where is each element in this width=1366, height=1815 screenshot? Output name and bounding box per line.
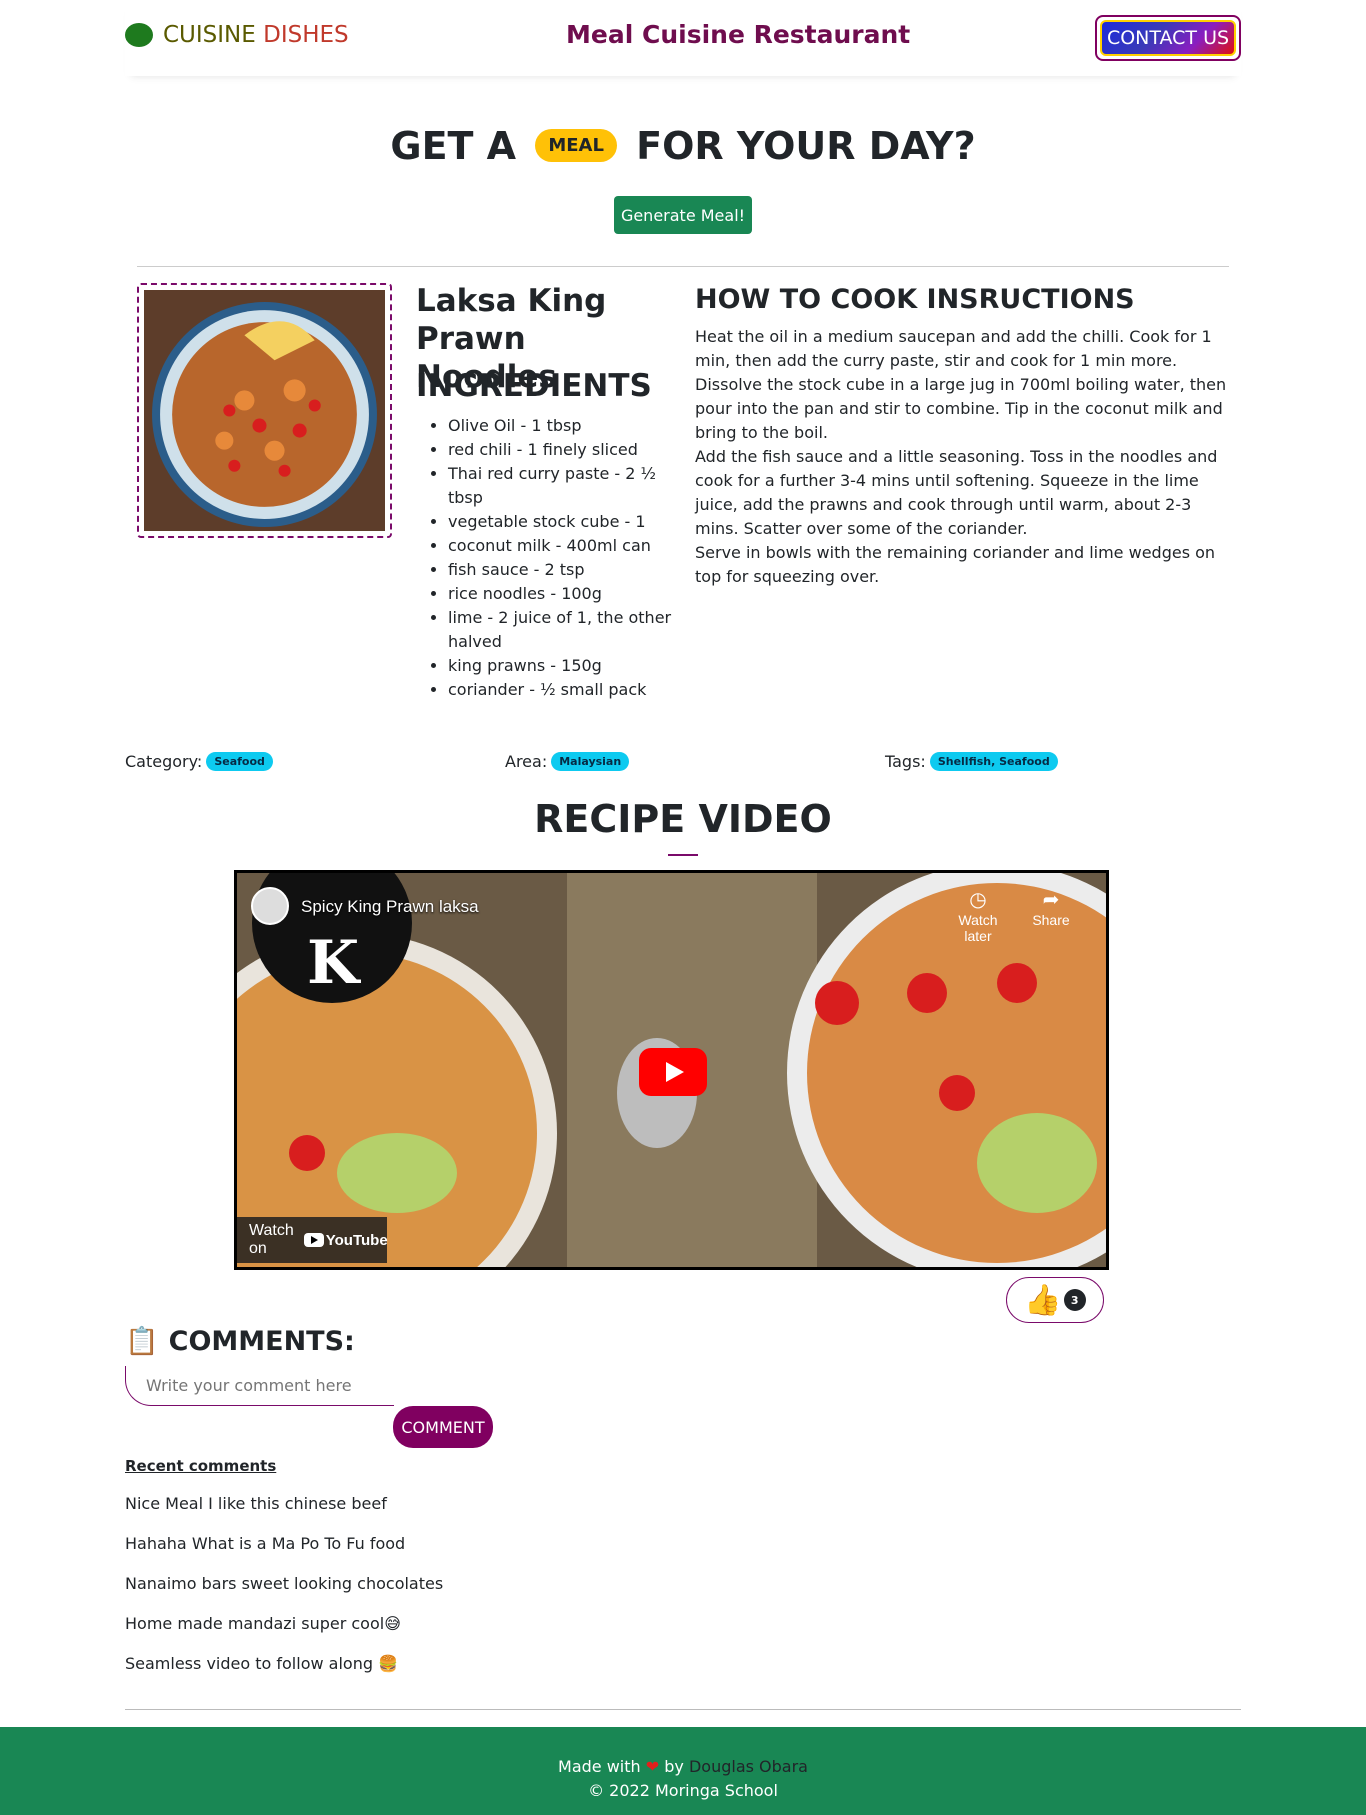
comment-item: Home made mandazi super cool😅 bbox=[125, 1614, 401, 1633]
ingredients-title: INGREDIENTS bbox=[416, 368, 652, 404]
brand-word-1: CUISINE bbox=[163, 22, 256, 48]
hero-title: GET A MEAL FOR YOUR DAY? bbox=[0, 124, 1366, 168]
site-title: Meal Cuisine Restaurant bbox=[566, 20, 911, 49]
tags-row: Tags: Shellfish, Seafood bbox=[885, 752, 1058, 771]
play-button-icon[interactable] bbox=[639, 1048, 707, 1096]
hero-title-after: FOR YOUR DAY? bbox=[636, 124, 976, 168]
comments-title: 📋 COMMENTS: bbox=[125, 1325, 355, 1358]
meal-pill: MEAL bbox=[535, 129, 617, 162]
howto-step: Serve in bowls with the remaining corian… bbox=[695, 543, 1216, 586]
ingredient-item: Thai red curry paste - 2 ½ tbsp bbox=[448, 462, 678, 510]
watch-later-label: Watch later bbox=[958, 912, 998, 944]
copyright: © 2022 Moringa School bbox=[588, 1781, 778, 1800]
divider bbox=[125, 1709, 1241, 1710]
navbar: CUISINE DISHES Meal Cuisine Restaurant C… bbox=[125, 0, 1241, 76]
video-title[interactable]: Spicy King Prawn laksa bbox=[301, 897, 479, 917]
ingredient-item: Olive Oil - 1 tbsp bbox=[448, 414, 678, 438]
ingredient-item: fish sauce - 2 tsp bbox=[448, 558, 678, 582]
category-label: Category: bbox=[125, 752, 203, 771]
recent-comments-list: Nice Meal I like this chinese beef Hahaha… bbox=[125, 1494, 443, 1694]
youtube-label: YouTube bbox=[325, 1231, 388, 1249]
ingredient-item: king prawns - 150g bbox=[448, 654, 678, 678]
channel-avatar[interactable] bbox=[251, 887, 289, 925]
hero-title-before: GET A bbox=[390, 124, 517, 168]
contact-button[interactable]: CONTACT US bbox=[1100, 20, 1236, 56]
made-with-label: Made with bbox=[558, 1757, 641, 1776]
brand-logo-icon bbox=[125, 23, 153, 47]
watch-on-label: Watch on bbox=[249, 1222, 294, 1257]
comment-item: Nice Meal I like this chinese beef bbox=[125, 1494, 387, 1513]
ingredients-list: Olive Oil - 1 tbspred chili - 1 finely s… bbox=[448, 414, 678, 702]
area-label: Area: bbox=[505, 752, 548, 771]
footer-credit: Made with ❤ by Douglas Obara bbox=[0, 1755, 1366, 1779]
share-button[interactable]: ➦ Share bbox=[1021, 887, 1081, 928]
clipboard-icon: 📋 bbox=[125, 1326, 159, 1357]
howto-title: HOW TO COOK INSRUCTIONS bbox=[695, 284, 1135, 315]
brand-link[interactable]: CUISINE DISHES bbox=[125, 22, 349, 48]
comment-submit-button[interactable]: COMMENT bbox=[393, 1406, 493, 1448]
comment-item: Nanaimo bars sweet looking chocolates bbox=[125, 1574, 444, 1593]
meal-photo-graphic bbox=[144, 290, 385, 531]
category-row: Category: Seafood bbox=[125, 752, 273, 771]
recent-comments-title: Recent comments bbox=[125, 1457, 277, 1475]
like-button[interactable]: 👍 3 bbox=[1006, 1277, 1104, 1323]
comment-item: Seamless video to follow along 🍔 bbox=[125, 1654, 398, 1673]
tags-badge: Shellfish, Seafood bbox=[929, 752, 1058, 771]
youtube-logo-icon: YouTube bbox=[303, 1231, 388, 1249]
share-label: Share bbox=[1032, 912, 1070, 928]
brand-word-2: DISHES bbox=[263, 22, 349, 48]
video-title-underline bbox=[668, 854, 698, 856]
howto-step: Add the fish sauce and a little seasonin… bbox=[695, 447, 1218, 538]
ingredient-item: coriander - ½ small pack bbox=[448, 678, 678, 702]
generate-meal-button[interactable]: Generate Meal! bbox=[614, 196, 752, 234]
area-badge: Malaysian bbox=[551, 752, 630, 771]
comment-item: Hahaha What is a Ma Po To Fu food bbox=[125, 1534, 406, 1553]
comments-title-text: COMMENTS: bbox=[168, 1325, 355, 1357]
howto-step: Heat the oil in a medium saucepan and ad… bbox=[695, 327, 1227, 442]
comment-input[interactable] bbox=[125, 1366, 394, 1406]
category-badge: Seafood bbox=[206, 752, 273, 771]
watch-on-youtube-button[interactable]: Watch on YouTube bbox=[237, 1217, 388, 1263]
meal-image-frame bbox=[137, 283, 392, 538]
ingredient-item: lime - 2 juice of 1, the other halved bbox=[448, 606, 678, 654]
video-section-title: RECIPE VIDEO bbox=[534, 797, 832, 841]
divider bbox=[137, 266, 1229, 267]
by-label: by bbox=[664, 1757, 684, 1776]
ingredient-item: red chili - 1 finely sliced bbox=[448, 438, 678, 462]
heart-icon: ❤ bbox=[645, 1757, 660, 1776]
footer: Made with ❤ by Douglas Obara © 2022 Mori… bbox=[0, 1727, 1366, 1815]
area-row: Area: Malaysian bbox=[505, 752, 630, 771]
contact-button-frame: CONTACT US bbox=[1095, 15, 1241, 61]
meal-image bbox=[144, 290, 385, 531]
video-player[interactable]: K Spicy King Prawn laksa ◷ Watch later ➦… bbox=[234, 870, 1109, 1270]
author-link[interactable]: Douglas Obara bbox=[689, 1757, 808, 1776]
ingredient-item: coconut milk - 400ml can bbox=[448, 534, 678, 558]
ingredient-item: vegetable stock cube - 1 bbox=[448, 510, 678, 534]
clock-icon: ◷ bbox=[969, 889, 987, 911]
like-count: 3 bbox=[1063, 1289, 1086, 1311]
tags-label: Tags: bbox=[885, 752, 926, 771]
thumbs-up-icon: 👍 bbox=[1024, 1282, 1062, 1318]
ingredient-item: rice noodles - 100g bbox=[448, 582, 678, 606]
howto-instructions: Heat the oil in a medium saucepan and ad… bbox=[695, 325, 1235, 589]
share-icon: ➦ bbox=[1042, 889, 1060, 911]
svg-text:K: K bbox=[307, 928, 361, 998]
watch-later-button[interactable]: ◷ Watch later bbox=[943, 887, 1013, 944]
